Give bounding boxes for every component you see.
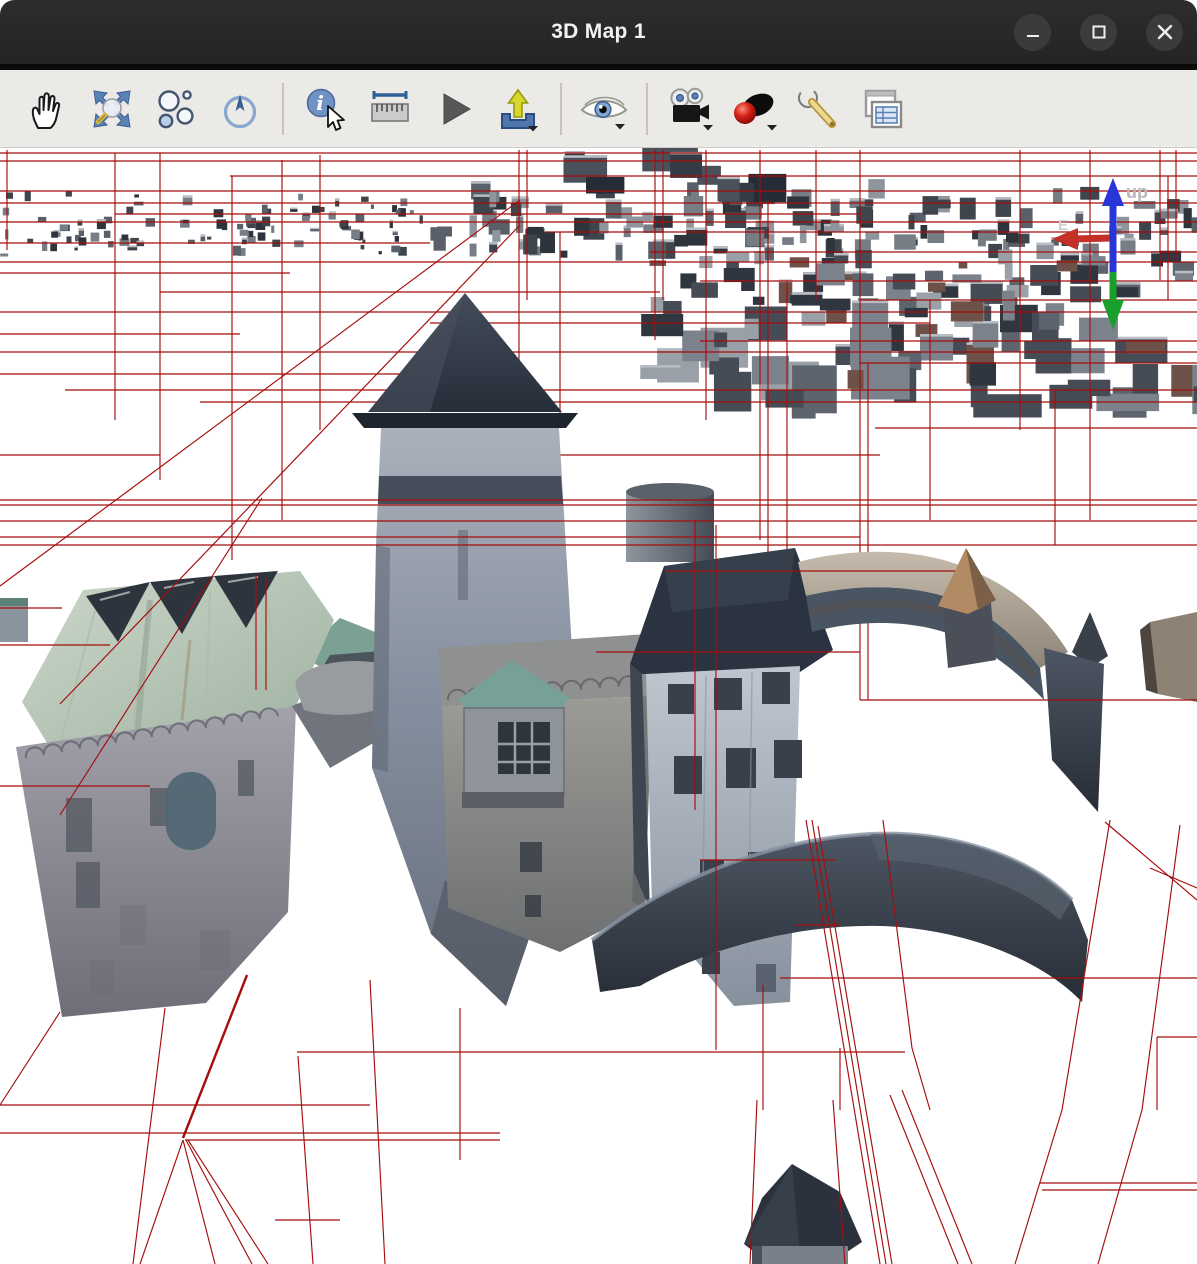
maximize-icon xyxy=(1091,24,1107,40)
export-tray-icon xyxy=(495,86,541,132)
scale-circles-button[interactable] xyxy=(150,78,202,140)
circles-icon xyxy=(153,86,199,132)
close-icon xyxy=(1157,24,1173,40)
play-button[interactable] xyxy=(428,78,480,140)
eye-icon xyxy=(579,86,629,132)
export-button[interactable] xyxy=(492,78,544,140)
svg-text:i: i xyxy=(316,91,324,115)
identify-cursor-icon: i xyxy=(303,86,349,132)
distant-city-skyline xyxy=(0,148,1197,262)
record-camera-button[interactable] xyxy=(664,78,716,140)
scene-3d[interactable]: up E xyxy=(0,148,1197,1264)
dropdown-arrow-icon xyxy=(767,125,777,131)
maximize-button[interactable] xyxy=(1080,14,1117,51)
identify-tool-button[interactable]: i xyxy=(300,78,352,140)
report-button[interactable] xyxy=(856,78,908,140)
close-button[interactable] xyxy=(1146,14,1183,51)
toolbar-separator xyxy=(560,83,562,135)
settings-button[interactable] xyxy=(792,78,844,140)
dropdown-arrow-icon xyxy=(615,124,625,130)
app-window: 3D Map 1 xyxy=(0,0,1197,1264)
play-icon xyxy=(431,86,477,132)
red-ball-icon xyxy=(729,86,779,132)
axis-up-label: up xyxy=(1126,182,1148,202)
toolbar-separator xyxy=(282,83,284,135)
report-table-icon xyxy=(858,86,906,132)
dropdown-arrow-icon xyxy=(703,125,713,131)
movie-camera-icon xyxy=(665,86,715,132)
compass-button[interactable] xyxy=(214,78,266,140)
window-title: 3D Map 1 xyxy=(551,20,646,44)
zoom-extents-icon xyxy=(89,86,135,132)
axis-east-label: E xyxy=(1058,217,1068,234)
pan-hand-icon xyxy=(25,86,71,132)
toolbar: i xyxy=(0,70,1197,148)
titlebar[interactable]: 3D Map 1 xyxy=(0,0,1197,70)
zoom-extents-button[interactable] xyxy=(86,78,138,140)
ruler-icon xyxy=(367,86,413,132)
measure-tool-button[interactable] xyxy=(364,78,416,140)
toolbar-separator xyxy=(646,83,648,135)
fly-mode-button[interactable] xyxy=(728,78,780,140)
wrench-icon xyxy=(794,86,842,132)
pan-tool-button[interactable] xyxy=(22,78,74,140)
compass-icon xyxy=(217,86,263,132)
minimize-icon xyxy=(1025,24,1041,40)
map-3d-viewport[interactable]: up E xyxy=(0,148,1197,1264)
minimize-button[interactable] xyxy=(1014,14,1051,51)
castle-3d-model xyxy=(0,293,1197,1264)
window-controls xyxy=(1014,0,1183,64)
visibility-button[interactable] xyxy=(578,78,630,140)
